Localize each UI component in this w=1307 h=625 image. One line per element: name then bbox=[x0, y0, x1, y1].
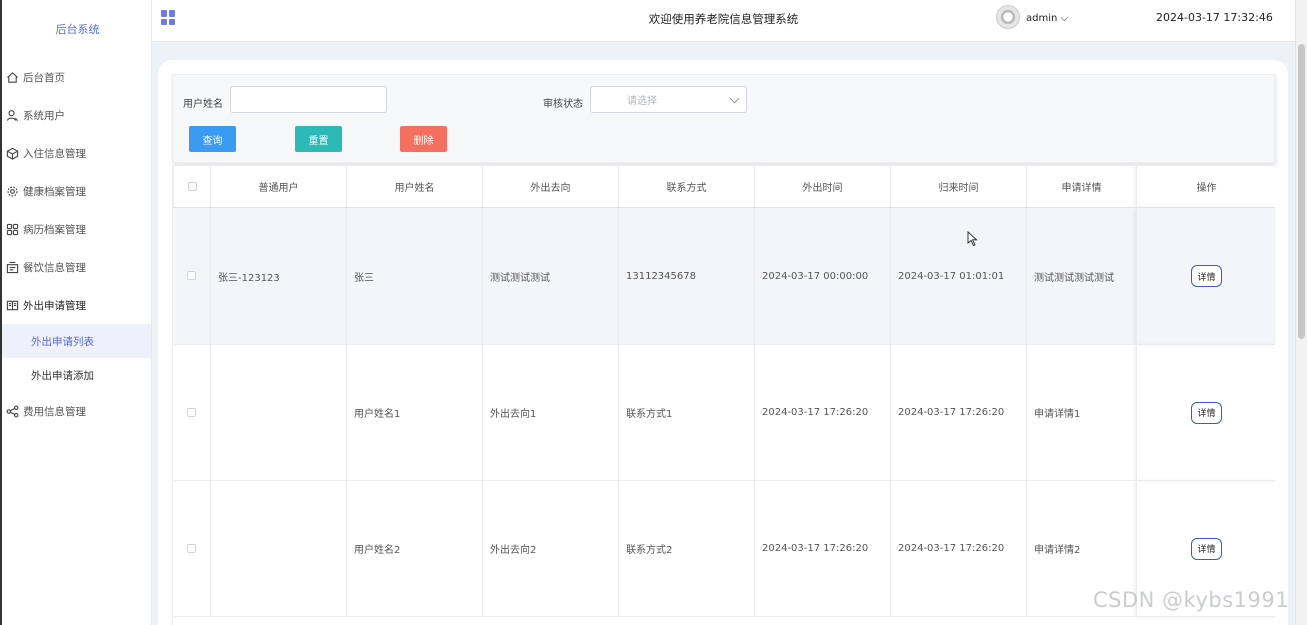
chevron-down-icon bbox=[729, 93, 740, 104]
sidebar-item-label: 餐饮信息管理 bbox=[23, 261, 86, 274]
sidebar-item-label: 健康档案管理 bbox=[23, 185, 86, 198]
book-icon bbox=[4, 297, 20, 313]
sidebar-item-label: 外出申请管理 bbox=[23, 299, 86, 312]
cell-return-time: 2024-03-17 01:01:01 bbox=[890, 207, 1027, 345]
cell-actions: 详情 bbox=[1136, 344, 1275, 481]
table-header-row: 普通用户 用户姓名 外出去向 联系方式 外出时间 归来时间 申请详情 操作 bbox=[173, 165, 1275, 208]
row-checkbox[interactable] bbox=[187, 271, 197, 280]
username-input[interactable] bbox=[230, 86, 387, 113]
cell-name: 用户姓名1 bbox=[346, 344, 483, 481]
cell-out-time: 2024-03-17 00:00:00 bbox=[754, 207, 891, 345]
gear-icon bbox=[4, 183, 20, 199]
cell-detail: 测试测试测试测试 bbox=[1026, 207, 1137, 345]
grid-icon bbox=[4, 221, 20, 237]
sidebar-subitem-outing-list[interactable]: 外出申请列表 bbox=[2, 324, 151, 358]
top-header: 欢迎使用养老院信息管理系统 admin ⌵ 2024-03-17 17:32:4… bbox=[152, 0, 1295, 42]
datetime-display: 2024-03-17 17:32:46 bbox=[1156, 11, 1273, 24]
select-all-checkbox[interactable] bbox=[187, 181, 197, 191]
detail-button[interactable]: 详情 bbox=[1191, 537, 1222, 560]
column-header[interactable]: 归来时间 bbox=[890, 165, 1027, 208]
status-select[interactable]: 请选择 bbox=[590, 86, 747, 113]
cell-contact: 13112345678 bbox=[618, 207, 755, 345]
status-label: 审核状态 bbox=[543, 99, 583, 110]
sidebar-item-label: 入住信息管理 bbox=[23, 147, 86, 160]
scrollbar-thumb[interactable] bbox=[1298, 44, 1305, 339]
username: admin bbox=[1026, 13, 1058, 24]
share-icon bbox=[4, 403, 20, 419]
sidebar-item-system-users[interactable]: 系统用户 bbox=[2, 96, 151, 134]
sidebar-item-medical-records[interactable]: 病历档案管理 bbox=[2, 210, 151, 248]
sidebar: 后台系统 后台首页 系统用户 入住信息管理 健康档案管理 病历档案管理 餐饮信息… bbox=[0, 0, 152, 625]
row-checkbox[interactable] bbox=[187, 543, 197, 553]
cell-user bbox=[210, 344, 347, 481]
page-title: 欢迎使用养老院信息管理系统 bbox=[648, 12, 799, 26]
column-header[interactable]: 联系方式 bbox=[618, 165, 755, 208]
table-row[interactable]: 用户姓名1 外出去向1 联系方式1 2024-03-17 17:26:20 20… bbox=[173, 344, 1275, 481]
column-header[interactable]: 外出时间 bbox=[754, 165, 891, 208]
table-row[interactable]: 张三-123123 张三 测试测试测试 13112345678 2024-03-… bbox=[173, 207, 1275, 345]
cell-return-time: 2024-03-17 17:26:20 bbox=[890, 480, 1027, 617]
cell-user: 张三-123123 bbox=[210, 207, 347, 345]
mouse-cursor-icon bbox=[967, 231, 978, 247]
cell-contact: 联系方式2 bbox=[618, 480, 755, 617]
username-label: 用户姓名 bbox=[183, 99, 223, 110]
cell-destination: 外出去向1 bbox=[482, 344, 619, 481]
detail-button[interactable]: 详情 bbox=[1191, 401, 1222, 424]
select-all-cell bbox=[173, 165, 211, 208]
column-header[interactable]: 外出去向 bbox=[482, 165, 619, 208]
cell-out-time: 2024-03-17 17:26:20 bbox=[754, 344, 891, 481]
column-header[interactable]: 用户姓名 bbox=[346, 165, 483, 208]
row-select-cell bbox=[173, 344, 211, 481]
tray-icon bbox=[4, 259, 20, 275]
column-header[interactable]: 普通用户 bbox=[210, 165, 347, 208]
data-table-wrapper: 普通用户 用户姓名 外出去向 联系方式 外出时间 归来时间 申请详情 操作 张三… bbox=[172, 165, 1275, 625]
content-card: 用户姓名 审核状态 请选择 查询 重置 删除 普通用户 用户姓名 外出去向 联系… bbox=[158, 60, 1288, 625]
cell-contact: 联系方式1 bbox=[618, 344, 755, 481]
cell-detail: 申请详情1 bbox=[1026, 344, 1137, 481]
sidebar-item-label: 系统用户 bbox=[23, 109, 65, 122]
box-icon bbox=[4, 145, 20, 161]
query-button[interactable]: 查询 bbox=[189, 126, 236, 152]
status-select-placeholder: 请选择 bbox=[627, 96, 657, 107]
sidebar-item-catering[interactable]: 餐饮信息管理 bbox=[2, 248, 151, 286]
home-icon bbox=[4, 69, 20, 85]
cell-return-time: 2024-03-17 17:26:20 bbox=[890, 344, 1027, 481]
cell-name: 张三 bbox=[346, 207, 483, 345]
sidebar-item-label: 费用信息管理 bbox=[23, 405, 86, 418]
cell-name: 用户姓名2 bbox=[346, 480, 483, 617]
row-checkbox[interactable] bbox=[187, 407, 197, 417]
sidebar-item-checkin[interactable]: 入住信息管理 bbox=[2, 134, 151, 172]
watermark: CSDN @kybs1991 bbox=[1093, 588, 1290, 612]
row-select-cell bbox=[173, 480, 211, 617]
outing-table: 普通用户 用户姓名 外出去向 联系方式 外出时间 归来时间 申请详情 操作 张三… bbox=[173, 165, 1275, 617]
search-panel: 用户姓名 审核状态 请选择 查询 重置 删除 bbox=[172, 74, 1275, 163]
detail-button[interactable]: 详情 bbox=[1191, 265, 1222, 287]
cell-out-time: 2024-03-17 17:26:20 bbox=[754, 480, 891, 617]
cell-destination: 测试测试测试 bbox=[482, 207, 619, 345]
sidebar-brand: 后台系统 bbox=[55, 23, 100, 36]
row-select-cell bbox=[173, 207, 211, 345]
column-header[interactable]: 申请详情 bbox=[1026, 165, 1137, 208]
cell-destination: 外出去向2 bbox=[482, 480, 619, 617]
sidebar-subitem-outing-add[interactable]: 外出申请添加 bbox=[2, 358, 151, 392]
sidebar-item-label: 病历档案管理 bbox=[23, 223, 86, 236]
sidebar-item-home[interactable]: 后台首页 bbox=[2, 58, 151, 96]
chevron-down-icon: ⌵ bbox=[1057, 13, 1069, 24]
sidebar-item-health-records[interactable]: 健康档案管理 bbox=[2, 172, 151, 210]
cell-user bbox=[210, 480, 347, 617]
cell-actions: 详情 bbox=[1136, 207, 1275, 345]
avatar[interactable] bbox=[996, 5, 1020, 29]
delete-button[interactable]: 删除 bbox=[400, 126, 447, 152]
page-scrollbar[interactable] bbox=[1295, 0, 1307, 625]
sidebar-item-fees[interactable]: 费用信息管理 bbox=[2, 392, 151, 430]
column-header-actions: 操作 bbox=[1136, 165, 1275, 208]
user-icon bbox=[4, 107, 20, 123]
sidebar-item-label: 后台首页 bbox=[23, 71, 65, 84]
sidebar-item-outing[interactable]: 外出申请管理 bbox=[2, 286, 151, 324]
reset-button[interactable]: 重置 bbox=[295, 126, 342, 152]
user-dropdown[interactable]: admin ⌵ bbox=[1026, 13, 1068, 24]
